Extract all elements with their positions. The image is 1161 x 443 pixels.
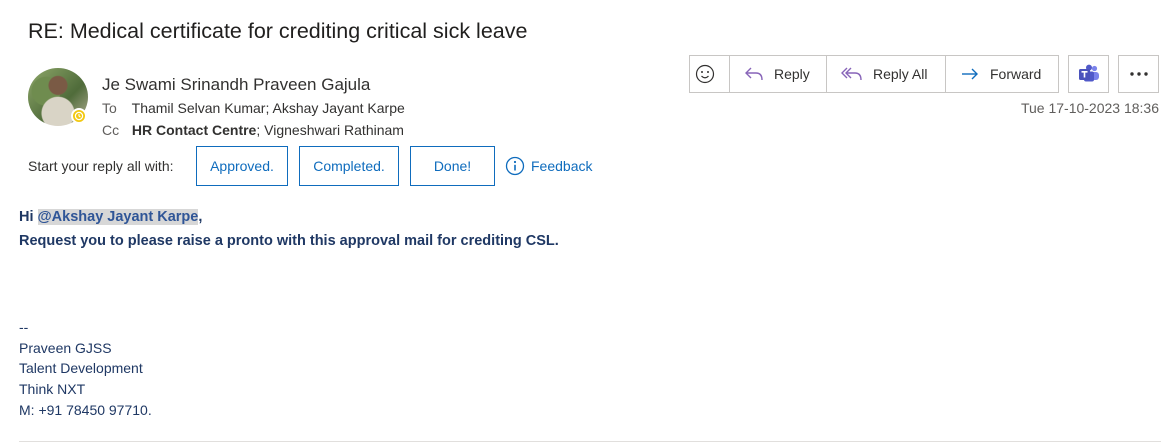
reply-icon	[745, 67, 763, 81]
smiley-icon	[695, 64, 714, 84]
reply-all-button[interactable]: Reply All	[827, 56, 946, 92]
reply-all-label: Reply All	[873, 66, 928, 82]
mention-akshay[interactable]: @Akshay Jayant Karpe	[37, 209, 199, 225]
greeting-line: Hi @Akshay Jayant Karpe,	[19, 209, 202, 225]
reply-button[interactable]: Reply	[730, 56, 827, 92]
teams-chat-button[interactable]	[1068, 55, 1109, 93]
to-recipients[interactable]: Thamil Selvan Kumar; Akshay Jayant Karpe	[132, 100, 405, 116]
teams-icon	[1078, 64, 1099, 82]
sent-timestamp: Tue 17-10-2023 18:36	[1020, 100, 1159, 116]
greeting-prefix: Hi	[19, 209, 38, 225]
cc-recipients-rest[interactable]: ; Vigneshwari Rathinam	[256, 122, 404, 138]
message-actions: Reply Reply All Forward	[689, 55, 1059, 93]
feedback-link[interactable]: Feedback	[505, 156, 592, 176]
suggested-replies-label: Start your reply all with:	[28, 158, 174, 174]
signature-name: Praveen GJSS	[19, 340, 112, 356]
suggested-reply-approved[interactable]: Approved.	[196, 146, 288, 186]
suggested-reply-completed[interactable]: Completed.	[299, 146, 399, 186]
cc-recipient-hr[interactable]: HR Contact Centre	[132, 122, 256, 138]
forward-arrow-icon	[962, 68, 978, 80]
info-icon	[505, 156, 525, 176]
signature-department: Talent Development	[19, 360, 143, 376]
reply-label: Reply	[774, 66, 810, 82]
signature-phone: M: +91 78450 97710.	[19, 402, 152, 418]
suggested-reply-done[interactable]: Done!	[410, 146, 495, 186]
presence-away-icon	[71, 108, 87, 124]
sender-name[interactable]: Je Swami Srinandh Praveen Gajula	[102, 75, 370, 95]
cc-row: Cc HR Contact Centre; Vigneshwari Rathin…	[102, 122, 404, 138]
body-request-line: Request you to please raise a pronto wit…	[19, 233, 559, 249]
forward-button[interactable]: Forward	[946, 56, 1058, 92]
message-divider	[19, 441, 1161, 442]
to-row: To Thamil Selvan Kumar; Akshay Jayant Ka…	[102, 100, 405, 116]
ellipsis-icon	[1129, 72, 1148, 76]
forward-label: Forward	[990, 66, 1042, 82]
to-label: To	[102, 100, 117, 116]
reaction-button[interactable]	[690, 56, 730, 92]
greeting-suffix: ,	[198, 209, 203, 225]
signature-separator: --	[19, 319, 29, 335]
email-subject: RE: Medical certificate for crediting cr…	[28, 19, 528, 43]
feedback-label: Feedback	[531, 158, 593, 174]
reply-all-icon	[841, 67, 862, 81]
more-actions-button[interactable]	[1118, 55, 1159, 93]
cc-label: Cc	[102, 122, 120, 138]
signature-company: Think NXT	[19, 381, 86, 397]
